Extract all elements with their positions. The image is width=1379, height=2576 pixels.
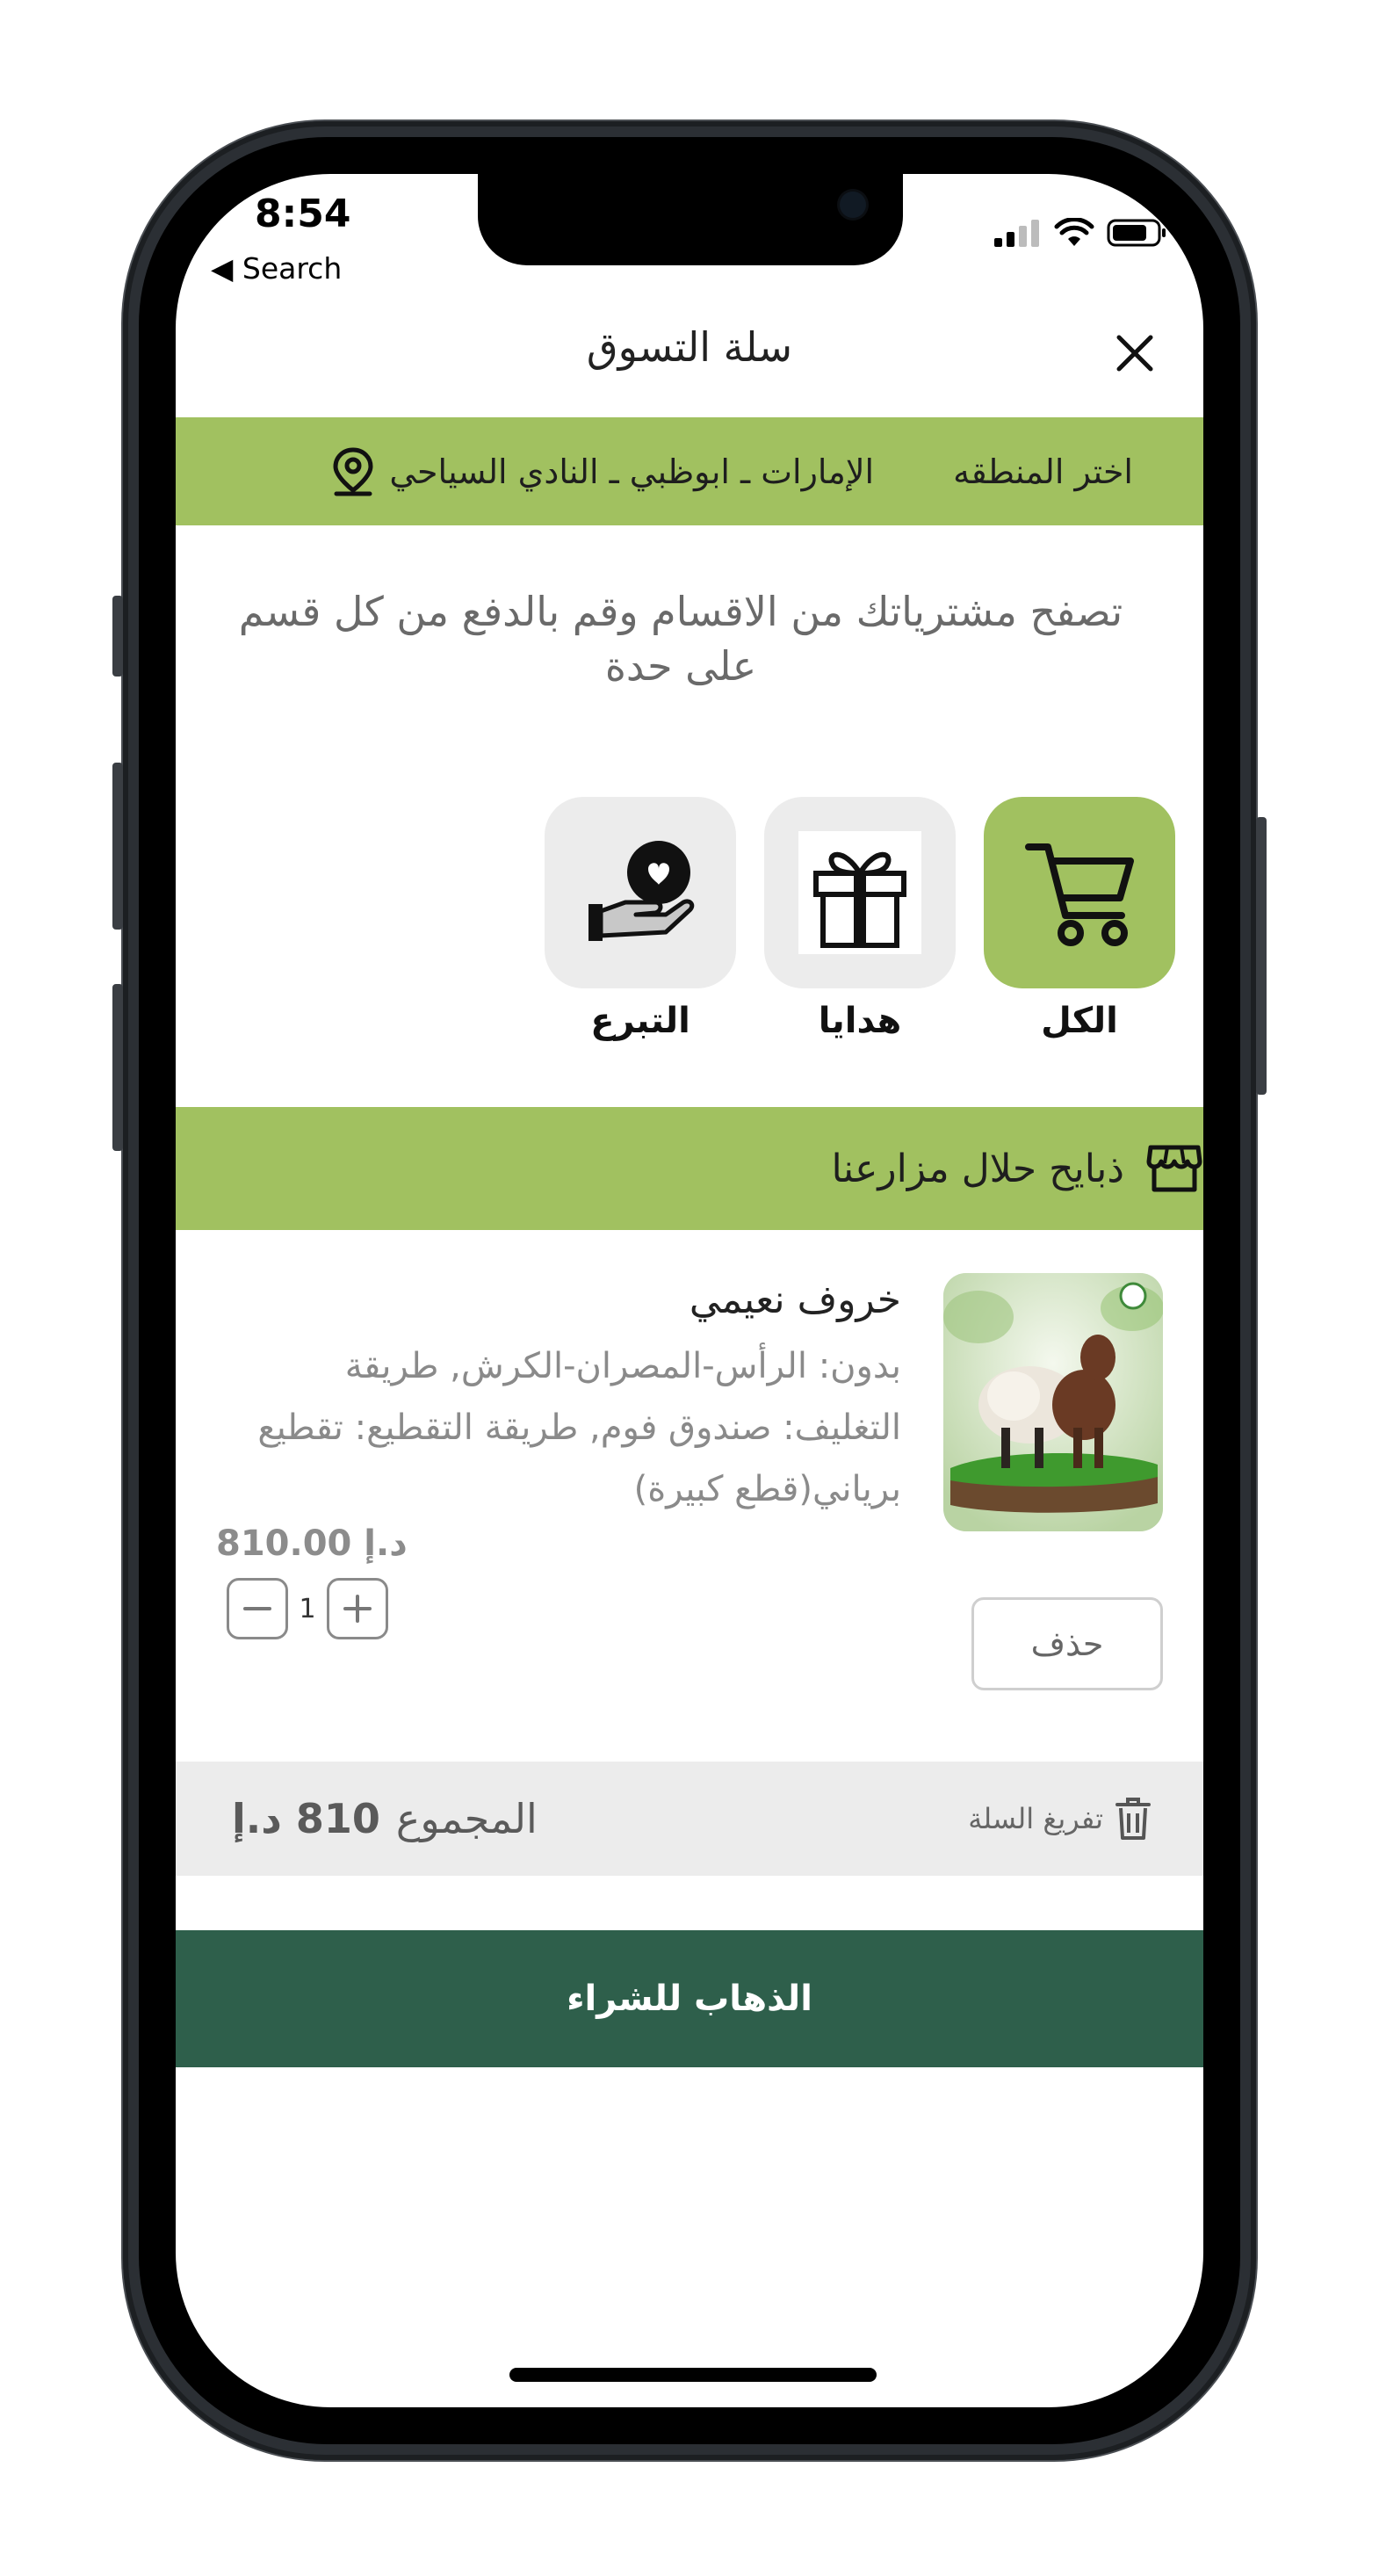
- notch: [478, 174, 903, 265]
- quantity-value: 1: [299, 1593, 316, 1624]
- region-bar[interactable]: اختر المنطقه الإمارات ـ ابوظبي ـ النادي …: [176, 417, 1203, 525]
- status-time: 8:54: [255, 192, 351, 236]
- store-section-header: ذبايح حلال مزارعنا: [176, 1107, 1203, 1230]
- clear-cart-label: تفريغ السلة: [968, 1802, 1103, 1835]
- product-image: [943, 1273, 1163, 1531]
- volume-up-button: [112, 763, 123, 930]
- volume-down-button: [112, 984, 123, 1151]
- trash-icon: [1115, 1798, 1151, 1840]
- delete-item-button[interactable]: حذف: [971, 1597, 1163, 1690]
- sheep-image: [943, 1273, 1163, 1531]
- cart-icon: [1025, 843, 1134, 946]
- category-tile[interactable]: [764, 797, 956, 988]
- store-name: ذبايح حلال مزارعنا: [831, 1146, 1124, 1191]
- increase-quantity-button[interactable]: [327, 1578, 388, 1639]
- category-label: هدايا: [818, 1001, 902, 1041]
- category-all[interactable]: الكل: [984, 797, 1175, 1041]
- total-bar: المجموع 810 د.إ تفريغ السلة: [176, 1762, 1203, 1876]
- cart-total: المجموع 810 د.إ: [232, 1795, 538, 1842]
- category-gifts[interactable]: هدايا: [764, 797, 956, 1041]
- cellular-signal-icon: [994, 220, 1039, 247]
- mute-switch: [112, 596, 123, 677]
- total-label: المجموع: [395, 1795, 538, 1842]
- category-label: التبرع: [590, 1001, 690, 1041]
- product-name: خروف نعيمي: [689, 1277, 901, 1322]
- selected-location[interactable]: الإمارات ـ ابوظبي ـ النادي السياحي: [331, 446, 874, 497]
- wifi-icon: [1054, 218, 1094, 246]
- sheet-title: سلة التسوق: [586, 323, 793, 371]
- phone-screen: 8:54 ◀ Search سلة التسوق اختر المنطقه ال…: [176, 174, 1203, 2407]
- checkout-button[interactable]: الذهاب للشراء: [176, 1930, 1203, 2067]
- home-indicator[interactable]: [509, 2368, 877, 2382]
- category-donation[interactable]: التبرع: [545, 797, 736, 1041]
- close-button[interactable]: [1110, 329, 1159, 378]
- battery-icon: [1107, 219, 1166, 247]
- category-label: الكل: [1041, 1001, 1118, 1041]
- store-icon: [1146, 1145, 1202, 1192]
- category-tile[interactable]: [984, 797, 1175, 988]
- decrease-quantity-button[interactable]: [227, 1578, 288, 1639]
- minus-icon: [243, 1607, 271, 1610]
- gift-icon: [798, 831, 921, 954]
- product-description: بدون: الرأس-المصران-الكرش, طريقة التغليف…: [257, 1346, 901, 1509]
- intro-text: تصفح مشترياتك من الاقسام وقم بالدفع من ك…: [238, 588, 1123, 690]
- category-tile[interactable]: [545, 797, 736, 988]
- choose-region-label[interactable]: اختر المنطقه: [953, 452, 1133, 491]
- total-amount: 810 د.إ: [232, 1795, 380, 1842]
- donate-icon: [588, 841, 695, 941]
- clear-cart-button[interactable]: تفريغ السلة: [968, 1796, 1152, 1842]
- status-icons: [993, 218, 1168, 248]
- back-to-search-link[interactable]: ◀ Search: [211, 251, 342, 286]
- product-price: 810.00 د.إ: [216, 1523, 408, 1564]
- location-pin-icon: [333, 446, 373, 496]
- front-camera: [840, 192, 866, 218]
- power-button: [1256, 817, 1267, 1095]
- close-icon: [1116, 335, 1153, 372]
- plus-icon: [343, 1595, 372, 1623]
- location-text: الإمارات ـ ابوظبي ـ النادي السياحي: [389, 452, 875, 491]
- quantity-stepper: 1: [227, 1578, 388, 1639]
